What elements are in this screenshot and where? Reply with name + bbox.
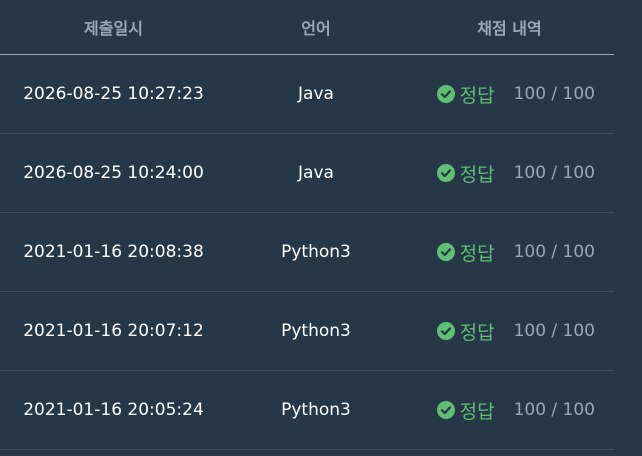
submission-result: 정답 100 / 100 [405,397,614,424]
score-value: 100 / 100 [513,242,595,262]
submission-date: 2021-01-16 20:05:24 [23,400,204,420]
score-value: 100 / 100 [513,84,595,104]
header-language: 언어 [227,0,405,55]
table-row[interactable]: 2021-01-16 20:05:24 Python3 정답 100 / 100 [0,371,614,450]
verdict-label: 정답 [459,321,495,344]
check-circle-icon [436,401,455,419]
verdict-label: 정답 [459,163,495,186]
verdict-label: 정답 [459,400,495,423]
submission-result: 정답 100 / 100 [405,160,614,187]
submission-date: 2026-08-25 10:27:23 [23,84,204,104]
submission-language: Python3 [281,400,351,420]
check-circle-icon [436,85,455,103]
table-row[interactable]: 2026-08-25 10:27:23 Java 정답 100 / 100 [0,55,614,134]
table-header: 제출일시 언어 채점 내역 [0,0,614,55]
check-circle-icon [436,243,455,261]
submission-date: 2021-01-16 20:08:38 [23,242,204,262]
table-row[interactable]: 2026-08-25 10:24:00 Java 정답 100 / 100 [0,134,614,213]
score-value: 100 / 100 [513,400,595,420]
check-circle-icon [436,164,455,182]
submission-date: 2026-08-25 10:24:00 [23,163,204,183]
table-body: 2026-08-25 10:27:23 Java 정답 100 / 100 20… [0,55,614,450]
submission-history: 제출일시 언어 채점 내역 2026-08-25 10:27:23 Java 정… [0,0,642,456]
submission-result: 정답 100 / 100 [405,239,614,266]
submission-table: 제출일시 언어 채점 내역 2026-08-25 10:27:23 Java 정… [0,0,614,450]
score-value: 100 / 100 [513,163,595,183]
submission-language: Python3 [281,321,351,341]
submission-result: 정답 100 / 100 [405,318,614,345]
header-date: 제출일시 [0,0,227,55]
verdict-label: 정답 [459,84,495,107]
submission-language: Java [298,163,334,183]
check-circle-icon [436,322,455,340]
table-row[interactable]: 2021-01-16 20:08:38 Python3 정답 100 / 100 [0,213,614,292]
table-row[interactable]: 2021-01-16 20:07:12 Python3 정답 100 / 100 [0,292,614,371]
score-value: 100 / 100 [513,321,595,341]
submission-language: Java [298,84,334,104]
verdict-label: 정답 [459,242,495,265]
submission-result: 정답 100 / 100 [405,81,614,108]
submission-language: Python3 [281,242,351,262]
header-result: 채점 내역 [405,0,614,55]
submission-date: 2021-01-16 20:07:12 [23,321,204,341]
